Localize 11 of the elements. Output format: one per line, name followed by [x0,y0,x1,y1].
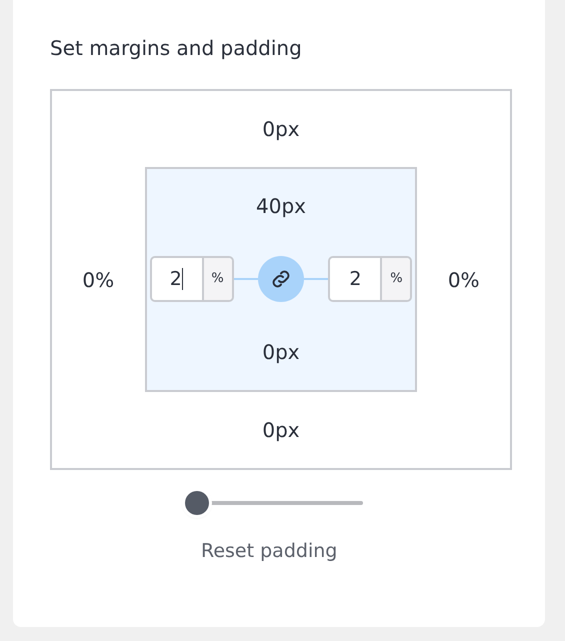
margin-bottom-value[interactable]: 0px [262,418,300,442]
margin-left-value[interactable]: 0% [82,268,114,292]
padding-bottom-value[interactable]: 0px [262,340,300,364]
slider-thumb[interactable] [185,491,209,515]
reset-padding-button[interactable]: Reset padding [193,536,346,566]
padding-top-value[interactable]: 40px [256,194,306,218]
slider[interactable] [185,488,363,518]
section-title: Set margins and padding [50,35,303,62]
margin-right-value[interactable]: 0% [448,268,480,292]
link-button[interactable] [258,256,304,302]
margin-top-value[interactable]: 0px [262,117,300,141]
